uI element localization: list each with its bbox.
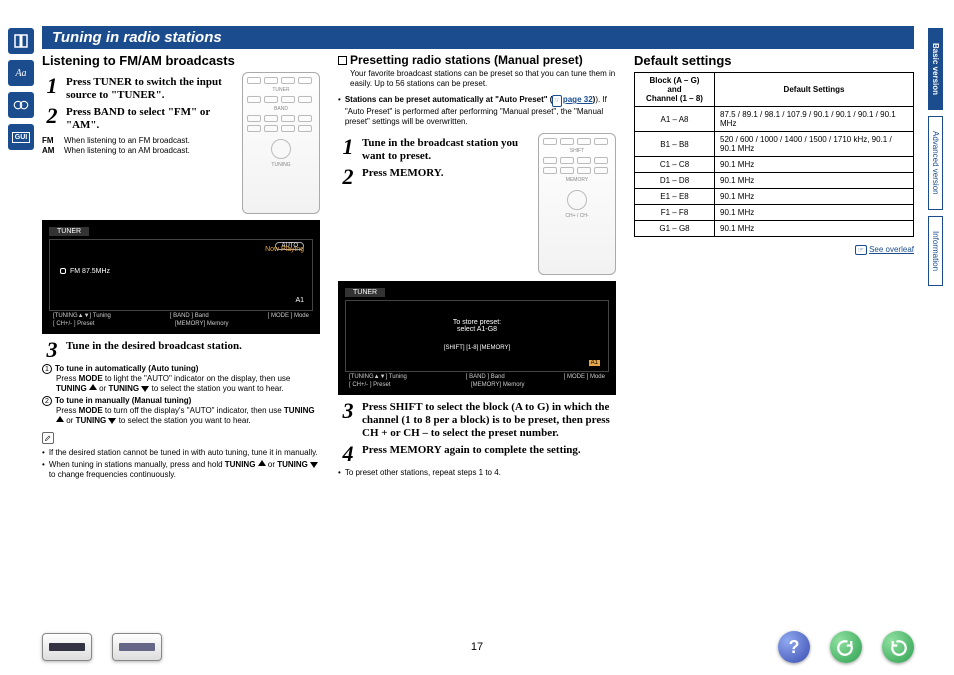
c2-step4: Press MEMORY again to complete the setti… xyxy=(362,444,616,457)
note-1: If the desired station cannot be tuned i… xyxy=(42,448,320,458)
table-row: G1 – G890.1 MHz xyxy=(635,221,914,237)
tab-information[interactable]: Information xyxy=(928,216,943,286)
th-defaults: Default Settings xyxy=(715,73,914,107)
step-number: 2 xyxy=(42,106,62,126)
page-title: Tuning in radio stations xyxy=(42,26,914,49)
table-row: C1 – C890.1 MHz xyxy=(635,157,914,173)
table-row: A1 – A887.5 / 89.1 / 98.1 / 107.9 / 90.1… xyxy=(635,107,914,132)
step-number: 2 xyxy=(338,167,358,187)
am-label: AM xyxy=(42,146,64,155)
th-block: Block (A – G) and Channel (1 – 8) xyxy=(635,73,715,107)
col3-heading: Default settings xyxy=(634,53,914,68)
step-number: 3 xyxy=(338,401,358,421)
c2-step2: Press MEMORY. xyxy=(362,167,532,180)
col1-heading: Listening to FM/AM broadcasts xyxy=(42,53,320,68)
c2-step1: Tune in the broadcast station you want t… xyxy=(362,137,532,163)
auto-tuning-text: Press MODE to light the "AUTO" indicator… xyxy=(42,374,320,394)
step-number: 4 xyxy=(338,444,358,464)
font-icon[interactable]: Aa xyxy=(8,60,34,86)
table-row: B1 – B8520 / 600 / 1000 / 1400 / 1500 / … xyxy=(635,132,914,157)
display-screenshot-1: TUNER AUTO Now Playing FM 87.5MHz A1 [TU… xyxy=(42,220,320,334)
auto-tuning-heading: To tune in automatically (Auto tuning) xyxy=(55,364,198,373)
remote-diagram: TUNER BAND TUNING xyxy=(242,72,320,214)
device-front-icon[interactable] xyxy=(42,633,92,661)
c2-repeat: To preset other stations, repeat steps 1… xyxy=(338,468,616,478)
globe-icon[interactable] xyxy=(8,92,34,118)
page-32-link[interactable]: page 32 xyxy=(563,95,593,104)
step-number: 1 xyxy=(338,137,358,157)
tab-basic-version[interactable]: Basic version xyxy=(928,28,943,110)
tab-advanced-version[interactable]: Advanced version xyxy=(928,116,943,210)
step2-text: Press BAND to select "FM" or "AM". xyxy=(66,106,236,132)
fm-desc: When listening to an FM broadcast. xyxy=(64,136,190,145)
book-icon[interactable] xyxy=(8,28,34,54)
table-row: E1 – E890.1 MHz xyxy=(635,189,914,205)
am-desc: When listening to an AM broadcast. xyxy=(64,146,190,155)
note-icon xyxy=(42,432,54,444)
next-page-button[interactable] xyxy=(882,631,914,663)
device-rear-icon[interactable] xyxy=(112,633,162,661)
page-number: 17 xyxy=(471,641,483,653)
default-settings-table: Block (A – G) and Channel (1 – 8) Defaul… xyxy=(634,72,914,237)
step-number: 3 xyxy=(42,340,62,360)
gui-icon[interactable]: GUI xyxy=(8,124,34,150)
note-2: When tuning in stations manually, press … xyxy=(42,460,320,480)
fm-label: FM xyxy=(42,136,64,145)
step-number: 1 xyxy=(42,76,62,96)
display-screenshot-2: TUNER To store preset: select A1-G8 [SHI… xyxy=(338,281,616,395)
col2-bullet: Stations can be preset automatically at … xyxy=(338,95,616,127)
c2-step3: Press SHIFT to select the block (A to G)… xyxy=(362,401,616,440)
step1-text: Press TUNER to switch the input source t… xyxy=(66,76,236,102)
manual-tuning-heading: To tune in manually (Manual tuning) xyxy=(55,396,191,405)
remote-diagram-2: SHIFT MEMORY CH+ / CH- xyxy=(538,133,616,275)
step3-text: Tune in the desired broadcast station. xyxy=(66,340,320,353)
manual-tuning-text: Press MODE to turn off the display's "AU… xyxy=(42,406,320,426)
prev-page-button[interactable] xyxy=(830,631,862,663)
table-row: F1 – F890.1 MHz xyxy=(635,205,914,221)
table-row: D1 – D890.1 MHz xyxy=(635,173,914,189)
col2-intro: Your favorite broadcast stations can be … xyxy=(338,69,616,89)
help-button[interactable]: ? xyxy=(778,631,810,663)
col2-heading: Presetting radio stations (Manual preset… xyxy=(338,53,616,67)
see-overleaf-link[interactable]: See overleaf xyxy=(869,245,914,254)
